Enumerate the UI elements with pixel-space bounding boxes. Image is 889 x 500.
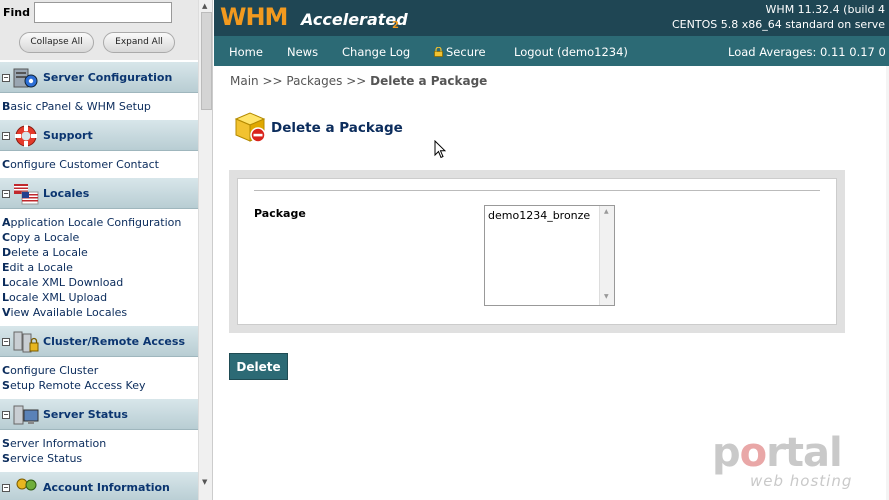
sidebar-link-delete-locale[interactable]: Delete a Locale bbox=[2, 246, 88, 259]
watermark-text: p bbox=[712, 430, 741, 476]
package-select[interactable]: demo1234_bronze ▲ ▼ bbox=[484, 205, 615, 306]
header-bar: WHM Accelerated 2 WHM 11.32.4 (build 4 C… bbox=[214, 0, 889, 36]
version-info: WHM 11.32.4 (build 4 bbox=[765, 3, 885, 16]
monitor-icon bbox=[13, 405, 39, 425]
sidebar-link-view-locales[interactable]: View Available Locales bbox=[2, 306, 127, 319]
sidebar-link-copy-locale[interactable]: Copy a Locale bbox=[2, 231, 79, 244]
nav-secure[interactable]: Secure bbox=[434, 45, 486, 59]
section-server-status[interactable]: − Server Status bbox=[0, 398, 198, 430]
sidebar: Find Collapse All Expand All − Server Co… bbox=[0, 0, 213, 500]
servers-lock-icon bbox=[13, 331, 39, 353]
os-info: CENTOS 5.8 x86_64 standard on serve bbox=[672, 18, 885, 31]
section-title: Server Configuration bbox=[43, 71, 173, 84]
collapse-toggle-icon[interactable]: − bbox=[2, 338, 10, 346]
sidebar-link-locale-xml-upload[interactable]: Locale XML Upload bbox=[2, 291, 107, 304]
section-title: Locales bbox=[43, 187, 90, 200]
breadcrumb-current: Delete a Package bbox=[370, 74, 488, 88]
sidebar-link-remote-access-key[interactable]: Setup Remote Access Key bbox=[2, 379, 146, 392]
find-label: Find bbox=[3, 6, 30, 19]
section-title: Server Status bbox=[43, 408, 128, 421]
nav-home[interactable]: Home bbox=[229, 45, 263, 59]
collapse-toggle-icon[interactable]: − bbox=[2, 132, 10, 140]
form-panel: Package demo1234_bronze ▲ ▼ bbox=[237, 178, 837, 325]
sidebar-link-locale-xml-download[interactable]: Locale XML Download bbox=[2, 276, 123, 289]
section-server-configuration[interactable]: − Server Configuration bbox=[0, 61, 198, 93]
section-title: Account Information bbox=[43, 481, 170, 494]
divider bbox=[254, 190, 820, 191]
scrollbar-thumb[interactable] bbox=[201, 12, 212, 110]
logo-version-mark: 2 bbox=[392, 20, 399, 31]
lifebuoy-icon bbox=[15, 125, 37, 147]
section-account-information[interactable]: − Account Information bbox=[0, 471, 198, 500]
flag-icon bbox=[14, 184, 39, 205]
find-input[interactable] bbox=[34, 2, 172, 23]
sidebar-link-customer-contact[interactable]: Configure Customer Contact bbox=[2, 158, 159, 171]
nav-bar: Home News Change Log Secure Logout (demo… bbox=[214, 36, 889, 66]
mouse-cursor-icon bbox=[434, 140, 446, 159]
section-title: Cluster/Remote Access bbox=[43, 335, 185, 348]
delete-button[interactable]: Delete bbox=[229, 353, 288, 380]
sidebar-content: Find Collapse All Expand All − Server Co… bbox=[0, 0, 198, 500]
sidebar-link-app-locale-config[interactable]: Application Locale Configuration bbox=[2, 216, 181, 229]
users-icon bbox=[16, 478, 37, 491]
load-averages: Load Averages: 0.11 0.17 0 bbox=[728, 45, 886, 59]
gear-icon bbox=[13, 68, 38, 88]
sidebar-link-configure-cluster[interactable]: Configure Cluster bbox=[2, 364, 98, 377]
sidebar-link-basic-setup[interactable]: Basic cPanel & WHM Setup bbox=[2, 100, 151, 113]
delete-package-form: Package demo1234_bronze ▲ ▼ bbox=[229, 170, 845, 333]
package-select-scrollbar[interactable]: ▲ ▼ bbox=[599, 206, 614, 305]
page-title: Delete a Package bbox=[271, 120, 403, 136]
collapse-toggle-icon[interactable]: − bbox=[2, 74, 10, 82]
whm-logo[interactable]: WHM bbox=[220, 3, 288, 31]
watermark-accent: o bbox=[739, 430, 768, 476]
scroll-down-icon[interactable]: ▼ bbox=[604, 293, 609, 300]
breadcrumb-path[interactable]: Main >> Packages >> bbox=[230, 74, 370, 88]
sidebar-link-edit-locale[interactable]: Edit a Locale bbox=[2, 261, 73, 274]
lock-icon bbox=[434, 47, 443, 57]
section-cluster-remote-access[interactable]: − Cluster/Remote Access bbox=[0, 325, 198, 357]
section-title: Support bbox=[43, 129, 93, 142]
scroll-down-icon[interactable]: ▼ bbox=[202, 478, 207, 486]
collapse-toggle-icon[interactable]: − bbox=[2, 190, 10, 198]
portal-watermark: portal bbox=[712, 430, 843, 476]
watermark-subtitle: web hosting bbox=[750, 472, 853, 490]
collapse-all-button[interactable]: Collapse All bbox=[19, 32, 94, 53]
nav-secure-label: Secure bbox=[446, 45, 486, 59]
collapse-toggle-icon[interactable]: − bbox=[2, 411, 10, 419]
nav-logout[interactable]: Logout (demo1234) bbox=[514, 45, 628, 59]
collapse-toggle-icon[interactable]: − bbox=[2, 484, 10, 492]
package-delete-icon bbox=[234, 112, 266, 143]
section-locales[interactable]: − Locales bbox=[0, 177, 198, 209]
find-panel: Find Collapse All Expand All bbox=[0, 0, 198, 60]
watermark-text: rtal bbox=[766, 430, 843, 476]
nav-change-log[interactable]: Change Log bbox=[342, 45, 410, 59]
sidebar-scrollbar[interactable]: ▲ ▼ bbox=[198, 0, 212, 500]
breadcrumb: Main >> Packages >> Delete a Package bbox=[230, 74, 487, 88]
scroll-up-icon[interactable]: ▲ bbox=[202, 2, 207, 10]
package-label: Package bbox=[254, 207, 306, 220]
nav-news[interactable]: News bbox=[287, 45, 318, 59]
package-option[interactable]: demo1234_bronze bbox=[488, 209, 590, 222]
sidebar-link-server-information[interactable]: Server Information bbox=[2, 437, 106, 450]
section-support[interactable]: − Support bbox=[0, 119, 198, 151]
expand-all-button[interactable]: Expand All bbox=[103, 32, 175, 53]
sidebar-link-service-status[interactable]: Service Status bbox=[2, 452, 82, 465]
scroll-up-icon[interactable]: ▲ bbox=[604, 208, 609, 215]
